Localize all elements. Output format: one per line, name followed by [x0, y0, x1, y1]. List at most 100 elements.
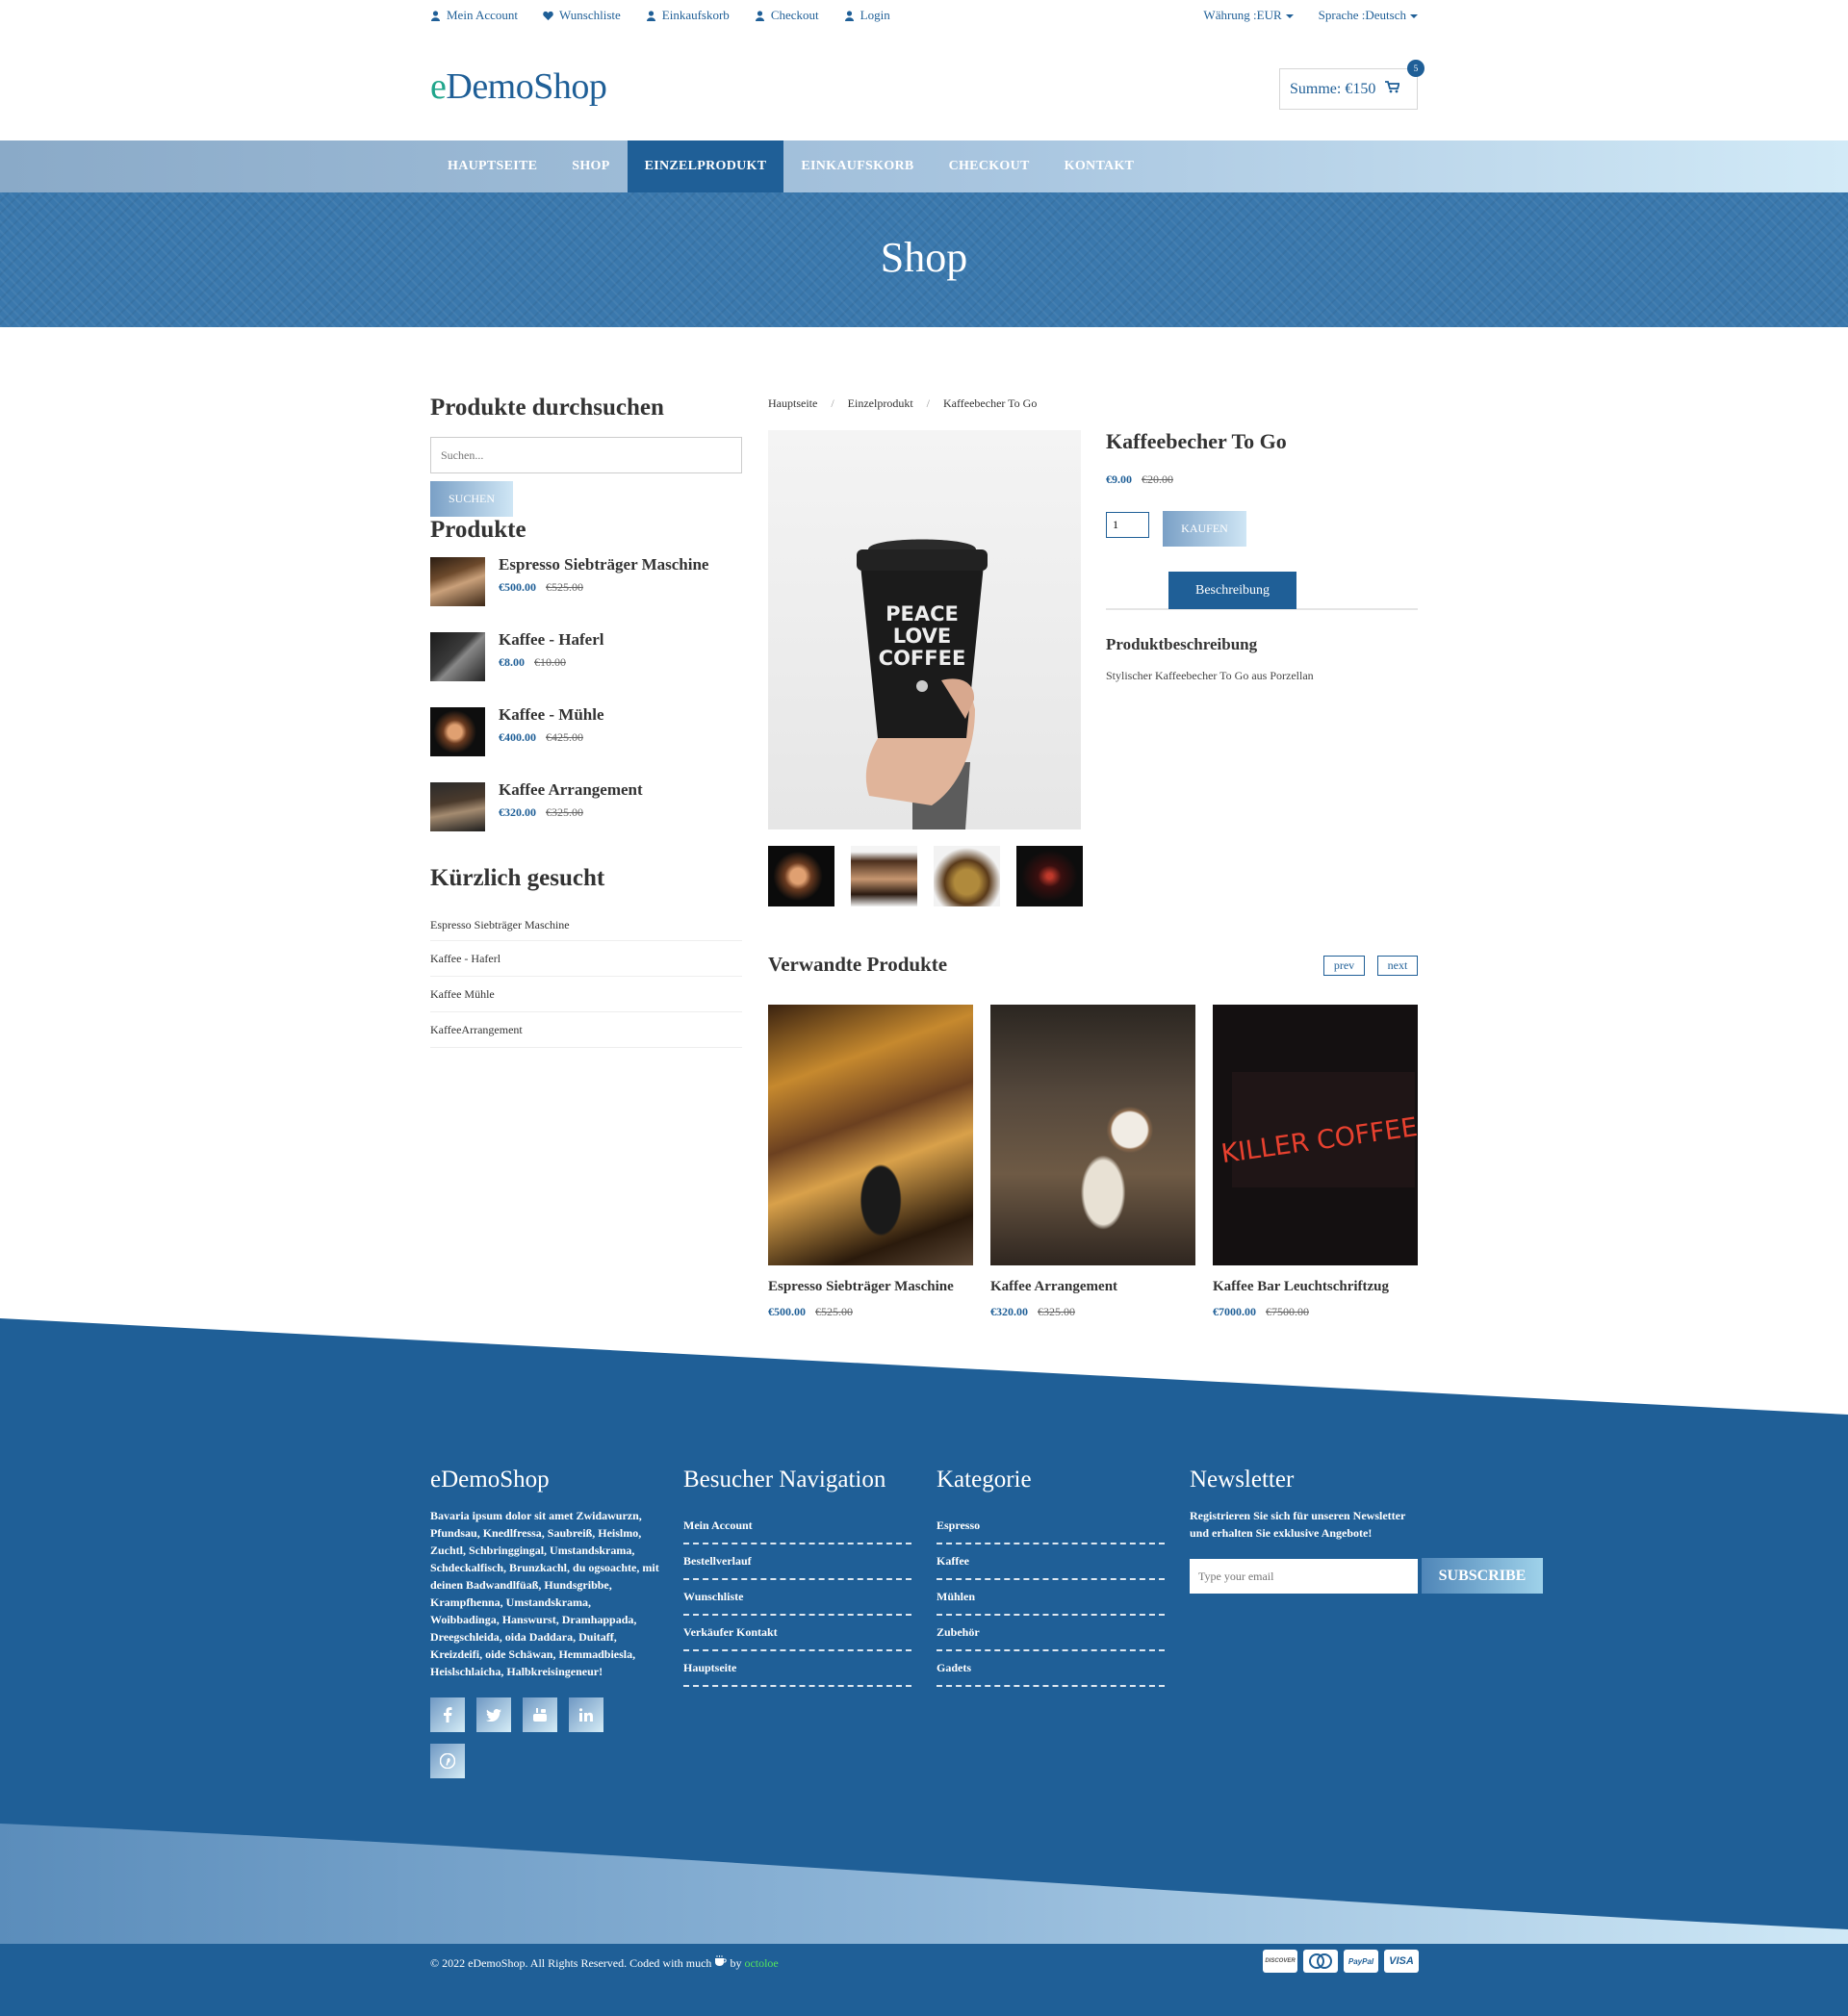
newsletter-email-input[interactable]: [1190, 1559, 1418, 1594]
footer-category-link[interactable]: Mühlen: [937, 1580, 1165, 1616]
sidebar-product-list: Espresso Siebträger Maschine €500.00 €525…: [430, 553, 742, 854]
currency-dropdown[interactable]: Währung :EUR: [1203, 8, 1294, 23]
twitter-icon[interactable]: [476, 1697, 511, 1732]
nav-item-einkaufskorb[interactable]: EINKAUFSKORB: [783, 140, 931, 192]
breadcrumb-separator: /: [831, 396, 834, 410]
related-title: Verwandte Produkte: [768, 953, 948, 976]
visa-icon: VISA: [1384, 1950, 1419, 1973]
footer-category-link[interactable]: Zubehör: [937, 1616, 1165, 1651]
site-logo[interactable]: eDemoShop: [430, 65, 607, 108]
footer-category-title: Kategorie: [937, 1467, 1032, 1493]
product-main-image[interactable]: PEACE LOVE COFFEE: [768, 430, 1081, 829]
list-item[interactable]: Kaffee Arrangement €320.00 €325.00: [430, 778, 742, 854]
payment-methods: DISCOVER PayPal VISA: [1263, 1950, 1419, 1973]
author-link[interactable]: octoloe: [744, 1956, 778, 1970]
copyright: © 2022 eDemoShop. All Rights Reserved. C…: [430, 1955, 779, 1971]
neon-sign-illustration: KILLER COFFEE: [1213, 1005, 1418, 1265]
product-name: Kaffee - Haferl: [499, 630, 604, 649]
recent-search-link[interactable]: Espresso Siebträger Maschine: [430, 909, 742, 941]
related-product-name: Kaffee Bar Leuchtschriftzug: [1213, 1279, 1390, 1294]
recent-search-link[interactable]: KaffeeArrangement: [430, 1012, 742, 1048]
footer-category-link[interactable]: Kaffee: [937, 1544, 1165, 1580]
cup-text-line: LOVE: [893, 625, 952, 648]
product-price: €9.00: [1106, 472, 1132, 486]
top-link-label: Mein Account: [447, 8, 519, 22]
product-thumbnail: [430, 782, 485, 831]
gallery-thumbnail[interactable]: [934, 846, 1000, 906]
footer-about-title: eDemoShop: [430, 1467, 550, 1493]
related-product-image: [768, 1005, 973, 1265]
nav-item-hauptseite[interactable]: HAUPTSEITE: [430, 140, 554, 192]
product-price: €320.00: [499, 805, 536, 819]
recent-search-link[interactable]: Kaffee - Haferl: [430, 941, 742, 977]
gallery-thumbnail[interactable]: [851, 846, 917, 906]
breadcrumb-current: Kaffeebecher To Go: [943, 396, 1038, 410]
logo-text: DemoShop: [446, 66, 607, 107]
product-price: €500.00: [499, 580, 536, 594]
language-dropdown[interactable]: Sprache :Deutsch: [1319, 8, 1418, 23]
paypal-icon: PayPal: [1344, 1950, 1378, 1973]
pinterest-icon[interactable]: [430, 1744, 465, 1778]
gallery-thumbnail[interactable]: [1016, 846, 1083, 906]
top-link-einkaufskorb[interactable]: Einkaufskorb: [646, 8, 730, 23]
footer-link[interactable]: Wunschliste: [683, 1580, 911, 1616]
search-button[interactable]: SUCHEN: [430, 481, 513, 517]
nav-item-kontakt[interactable]: KONTAKT: [1047, 140, 1152, 192]
related-product-image: [990, 1005, 1195, 1265]
product-thumbnail: [430, 557, 485, 606]
breadcrumb-link[interactable]: Hauptseite: [768, 396, 817, 411]
footer-visitor-nav: Besucher Navigation Mein Account Bestell…: [683, 1467, 911, 1687]
cup-text-line: PEACE: [886, 602, 959, 625]
list-item[interactable]: Kaffee - Haferl €8.00 €10.00: [430, 628, 742, 703]
breadcrumb-separator: /: [926, 396, 930, 410]
footer-about: eDemoShop Bavaria ipsum dolor sit amet Z…: [430, 1467, 661, 1778]
top-link-checkout[interactable]: Checkout: [755, 8, 819, 23]
footer-link[interactable]: Bestellverlauf: [683, 1544, 911, 1580]
next-button[interactable]: next: [1377, 956, 1418, 976]
footer-categories: Kategorie Espresso Kaffee Mühlen Zubehör…: [937, 1467, 1165, 1687]
nav-item-checkout[interactable]: CHECKOUT: [932, 140, 1047, 192]
quantity-input[interactable]: [1106, 512, 1149, 538]
product-title: Kaffeebecher To Go: [1106, 429, 1287, 453]
tab-beschreibung[interactable]: Beschreibung: [1168, 572, 1296, 609]
nav-item-einzelprodukt[interactable]: EINZELPRODUKT: [627, 140, 784, 192]
product-thumbnail: [430, 632, 485, 681]
language-label: Sprache :Deutsch: [1318, 8, 1406, 22]
gallery-thumbnail[interactable]: [768, 846, 834, 906]
footer-link[interactable]: Mein Account: [683, 1509, 911, 1544]
subscribe-button[interactable]: SUBSCRIBE: [1422, 1558, 1543, 1594]
footer-category-link[interactable]: Espresso: [937, 1509, 1165, 1544]
related-product-card[interactable]: Espresso Siebträger Maschine €500.00 €525…: [768, 1005, 973, 1319]
related-product-card[interactable]: Kaffee Arrangement €320.00 €325.00: [990, 1005, 1195, 1319]
breadcrumb-link[interactable]: Einzelprodukt: [848, 396, 913, 411]
related-product-card[interactable]: KILLER COFFEE Kaffee Bar Leuchtschriftzu…: [1213, 1005, 1418, 1319]
buy-button[interactable]: KAUFEN: [1163, 511, 1246, 547]
top-link-label: Wunschliste: [559, 8, 621, 22]
nav-item-shop[interactable]: SHOP: [554, 140, 627, 192]
top-link-mein-account[interactable]: Mein Account: [430, 8, 518, 23]
linkedin-icon[interactable]: [569, 1697, 603, 1732]
cart-summary-button[interactable]: Summe: €150: [1279, 68, 1418, 110]
list-item[interactable]: Espresso Siebträger Maschine €500.00 €525…: [430, 553, 742, 628]
recent-searches: Kürzlich gesucht Espresso Siebträger Mas…: [430, 865, 742, 1048]
facebook-icon[interactable]: [430, 1697, 465, 1732]
top-link-login[interactable]: Login: [844, 8, 890, 23]
related-product-name: Kaffee Arrangement: [990, 1279, 1118, 1294]
footer-link[interactable]: Hauptseite: [683, 1651, 911, 1687]
prev-button[interactable]: prev: [1323, 956, 1365, 976]
product-price: €8.00: [499, 655, 525, 669]
top-link-label: Einkaufskorb: [661, 8, 730, 22]
list-item[interactable]: Kaffee - Mühle €400.00 €425.00: [430, 703, 742, 778]
youtube-icon[interactable]: [523, 1697, 557, 1732]
search-input[interactable]: [430, 437, 742, 473]
recent-search-link[interactable]: Kaffee Mühle: [430, 977, 742, 1012]
top-link-wunschliste[interactable]: Wunschliste: [543, 8, 621, 23]
top-bar: Mein Account Wunschliste Einkaufskorb Ch…: [430, 0, 1418, 31]
product-price: €400.00: [499, 730, 536, 744]
footer-link[interactable]: Verkäufer Kontakt: [683, 1616, 911, 1651]
product-old-price: €325.00: [546, 805, 583, 819]
footer-category-link[interactable]: Gadets: [937, 1651, 1165, 1687]
user-icon: [755, 10, 765, 21]
footer-background: [0, 1318, 1848, 2016]
mastercard-icon: [1303, 1950, 1338, 1973]
